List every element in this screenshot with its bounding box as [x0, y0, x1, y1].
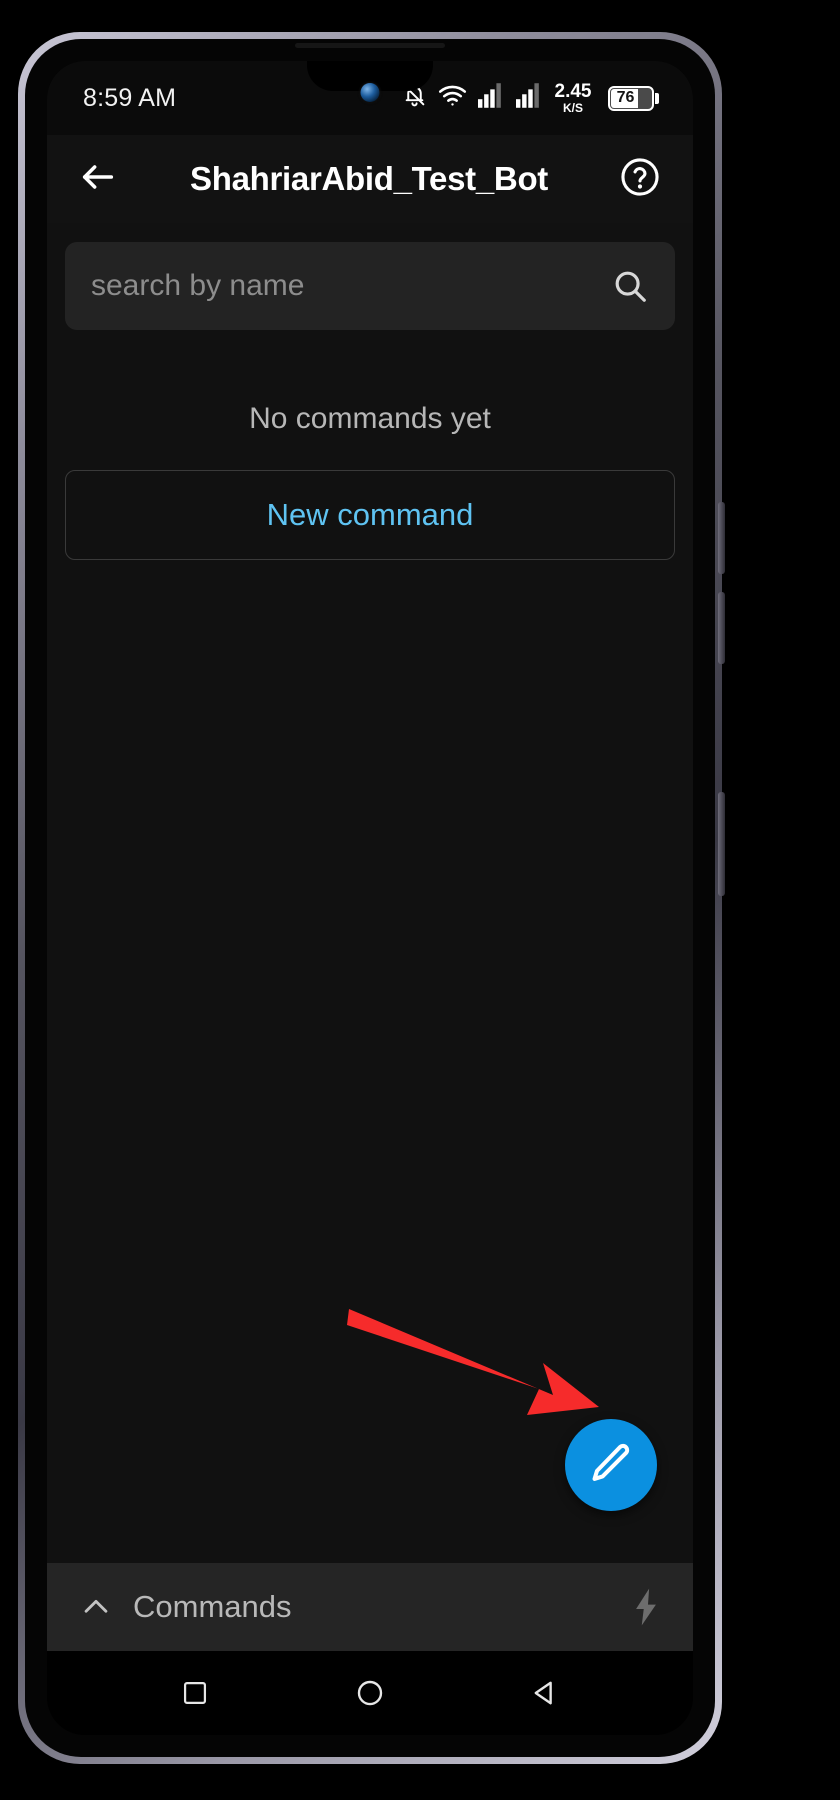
- volume-down-button[interactable]: [718, 592, 725, 664]
- power-button[interactable]: [718, 792, 725, 896]
- android-nav-bar: [47, 1651, 693, 1735]
- front-camera-icon: [360, 83, 380, 102]
- question-circle-icon: [618, 155, 662, 204]
- phone-device-frame: 8:59 AM 2.45 K/S 76 ShahriarAbid_Test_Bo…: [18, 32, 725, 1764]
- volume-up-button[interactable]: [718, 502, 725, 574]
- fab-edit-button[interactable]: [565, 1419, 657, 1511]
- search-icon[interactable]: [611, 267, 649, 305]
- network-speed-indicator: 2.45 K/S: [555, 82, 592, 114]
- signal-sim2-icon: [515, 83, 543, 113]
- page-title: ShahriarAbid_Test_Bot: [190, 160, 548, 197]
- home-button[interactable]: [340, 1663, 400, 1723]
- earpiece-speaker: [295, 43, 445, 48]
- network-speed-unit: K/S: [563, 101, 584, 115]
- phone-bezel: 8:59 AM 2.45 K/S 76 ShahriarAbid_Test_Bo…: [25, 39, 715, 1757]
- status-clock: 8:59 AM: [83, 83, 177, 112]
- pencil-icon: [588, 1440, 634, 1491]
- app-header: ShahriarAbid_Test_Bot: [47, 135, 693, 223]
- commands-panel-bar[interactable]: Commands: [47, 1563, 693, 1651]
- battery-indicator: 76: [607, 85, 659, 111]
- app-body: No commands yet New command: [47, 223, 693, 1583]
- back-nav-button[interactable]: [515, 1663, 575, 1723]
- annotation-arrow: [347, 1309, 599, 1415]
- recent-apps-button[interactable]: [165, 1663, 225, 1723]
- search-input[interactable]: [89, 268, 599, 304]
- new-command-button[interactable]: New command: [65, 470, 675, 560]
- new-command-label: New command: [266, 497, 474, 532]
- wifi-icon: [438, 83, 467, 113]
- arrow-left-icon: [78, 157, 118, 202]
- status-icons-group: 2.45 K/S 76: [402, 82, 659, 114]
- battery-cap: [655, 92, 659, 104]
- chevron-up-icon[interactable]: [73, 1590, 119, 1624]
- empty-state-text: No commands yet: [249, 402, 491, 435]
- battery-icon: 76: [607, 85, 654, 111]
- help-button[interactable]: [613, 152, 667, 206]
- commands-panel-label: Commands: [133, 1589, 292, 1624]
- signal-sim1-icon: [477, 83, 505, 113]
- phone-screen: 8:59 AM 2.45 K/S 76 ShahriarAbid_Test_Bo…: [47, 61, 693, 1735]
- battery-level-text: 76: [616, 89, 635, 106]
- back-button[interactable]: [71, 152, 125, 206]
- search-bar[interactable]: [65, 242, 675, 330]
- network-speed-value: 2.45: [554, 81, 592, 102]
- lightning-bolt-icon[interactable]: [629, 1587, 663, 1627]
